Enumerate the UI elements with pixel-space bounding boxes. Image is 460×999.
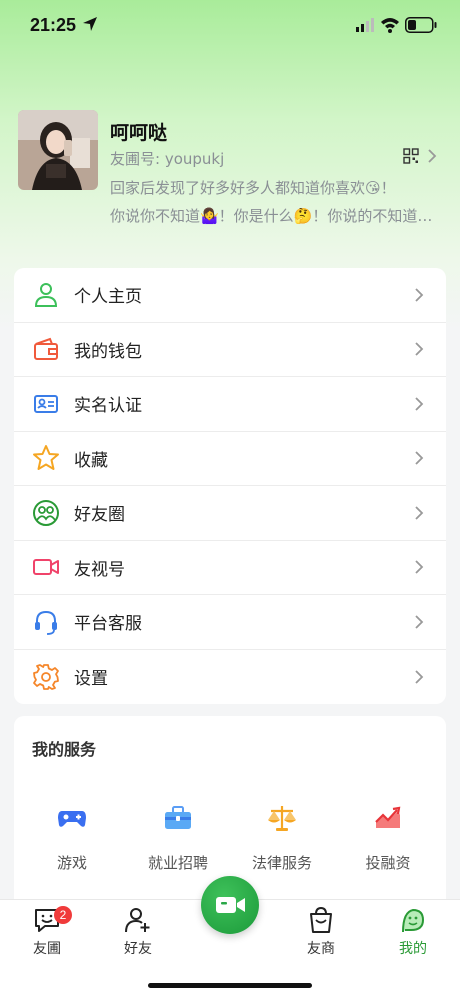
bio-line-2: 你说你不知道🤷‍♀️！你是什么🤔！你说的不知道是什么意思啊: [110, 207, 440, 225]
chevron-right-icon: [415, 670, 424, 684]
me-leaf-icon: [402, 908, 425, 933]
chevron-right-icon: [415, 288, 424, 302]
video-call-button[interactable]: [201, 876, 259, 934]
tab-friends[interactable]: 好友: [103, 906, 173, 958]
tab-label: 友圃: [33, 941, 61, 957]
service-label: 法律服务: [251, 854, 312, 872]
trend-chart-icon: [375, 806, 401, 828]
friends-circle-icon: [33, 499, 59, 526]
chevron-right-icon: [415, 451, 424, 465]
shopping-bag-icon: [310, 906, 332, 933]
unread-badge: 2: [54, 906, 72, 924]
tab-label: 友商: [307, 941, 335, 957]
service-jobs[interactable]: 就业招聘: [128, 802, 228, 882]
add-person-icon: [125, 908, 150, 933]
wallet-icon: [34, 337, 58, 361]
service-label: 游戏: [56, 854, 87, 872]
qr-code-icon[interactable]: [403, 148, 419, 164]
menu-card: 个人主页 我的钱包 实名认证 收藏 好友圈 友视号 平台客服 设置: [14, 268, 446, 704]
menu-item-label: 实名认证: [74, 396, 142, 417]
tab-label: 我的: [399, 941, 427, 957]
services-title: 我的服务: [32, 740, 97, 759]
menu-item-label: 收藏: [74, 450, 108, 471]
video-camera-icon: [216, 897, 245, 913]
tab-youpu[interactable]: 2 友圃: [12, 906, 82, 958]
service-investment[interactable]: 投融资: [338, 802, 438, 882]
location-arrow-icon: [83, 17, 97, 31]
avatar-photo: [18, 110, 98, 190]
video-icon: [33, 559, 59, 576]
menu-item-label: 个人主页: [74, 287, 142, 308]
menu-item-label: 我的钱包: [74, 341, 142, 362]
tab-merchants[interactable]: 友商: [286, 906, 356, 958]
tab-me[interactable]: 我的: [378, 906, 448, 958]
user-bio: 回家后发现了好多好多人都知道你喜欢😘！ 你说你不知道🤷‍♀️！你是什么🤔！你说的…: [110, 174, 440, 230]
menu-item-verification[interactable]: 实名认证: [14, 377, 446, 432]
menu-item-settings[interactable]: 设置: [14, 650, 446, 705]
menu-item-label: 设置: [74, 669, 108, 690]
signal-icon: [356, 18, 374, 32]
menu-item-customer-service[interactable]: 平台客服: [14, 595, 446, 650]
chevron-right-icon: [415, 560, 424, 574]
briefcase-icon: [165, 806, 191, 829]
menu-item-favorites[interactable]: 收藏: [14, 432, 446, 486]
service-label: 投融资: [365, 854, 411, 872]
chevron-right-icon: [415, 397, 424, 411]
gear-icon: [33, 663, 59, 690]
battery-icon: [405, 17, 437, 33]
bio-line-1: 回家后发现了好多好多人都知道你喜欢😘！: [110, 179, 396, 197]
home-indicator: [148, 983, 312, 988]
user-id-value: youpukj: [164, 150, 225, 168]
chevron-right-icon: [415, 342, 424, 356]
profile-chevron-right-icon[interactable]: [427, 148, 437, 164]
menu-item-video-channel[interactable]: 友视号: [14, 541, 446, 595]
status-time: 21:25: [30, 15, 77, 35]
chevron-right-icon: [415, 615, 424, 629]
service-label: 就业招聘: [147, 854, 208, 872]
tab-label: 好友: [124, 941, 152, 957]
user-id-label: 友圃号:: [110, 150, 161, 168]
gamepad-icon: [58, 811, 86, 827]
menu-item-wallet[interactable]: 我的钱包: [14, 323, 446, 377]
service-legal[interactable]: 法律服务: [232, 802, 332, 882]
star-icon: [33, 445, 59, 471]
chevron-right-icon: [415, 506, 424, 520]
service-games[interactable]: 游戏: [22, 802, 122, 882]
user-id: 友圃号: youpukj: [110, 148, 224, 169]
scales-icon: [268, 806, 296, 831]
status-bar: 21:25: [0, 0, 460, 50]
person-icon: [34, 282, 58, 307]
menu-item-profile[interactable]: 个人主页: [14, 268, 446, 323]
id-card-icon: [34, 394, 58, 413]
wifi-icon: [381, 18, 399, 33]
avatar[interactable]: [18, 110, 98, 190]
user-name[interactable]: 呵呵哒: [110, 118, 167, 145]
menu-item-friends-circle[interactable]: 好友圈: [14, 486, 446, 541]
headset-icon: [35, 610, 57, 635]
menu-item-label: 好友圈: [74, 505, 125, 526]
menu-item-label: 友视号: [74, 559, 125, 580]
menu-item-label: 平台客服: [74, 614, 142, 635]
